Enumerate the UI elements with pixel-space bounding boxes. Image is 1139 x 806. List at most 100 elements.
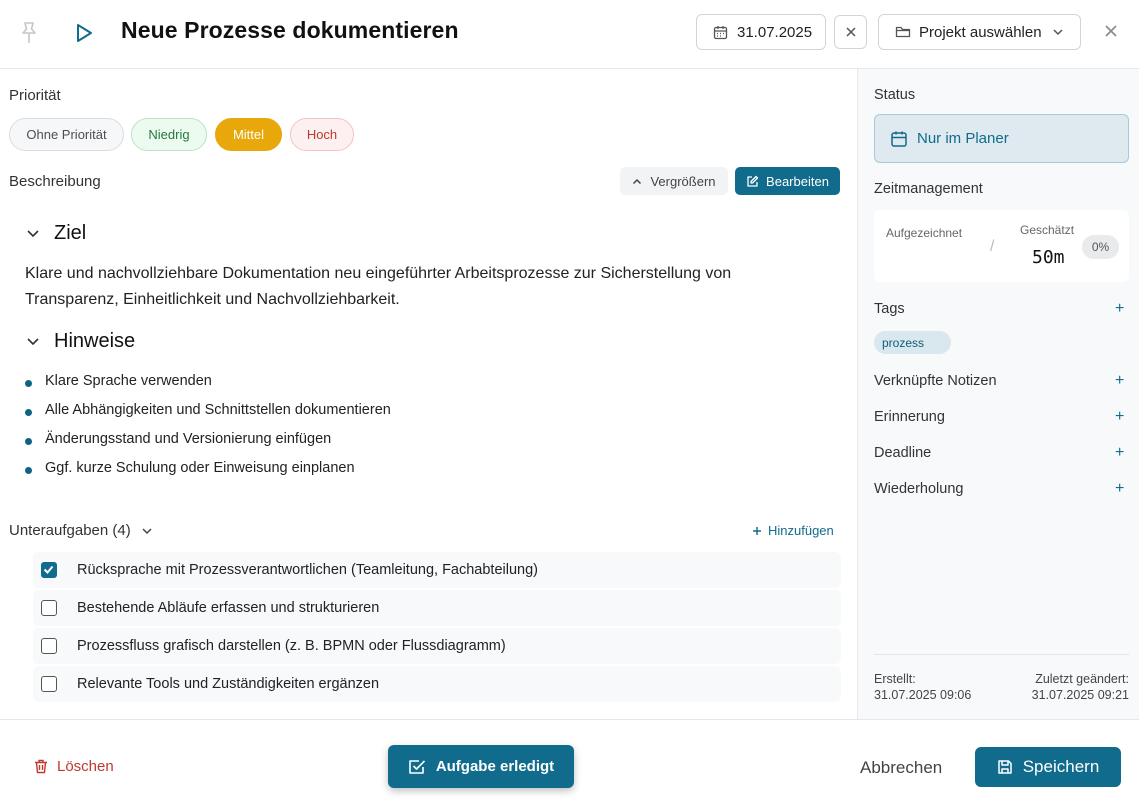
enlarge-button[interactable]: Vergrößern: [620, 167, 728, 195]
add-deadline-button[interactable]: +: [1115, 444, 1124, 462]
add-subtask-label: Hinzufügen: [768, 523, 834, 538]
play-icon[interactable]: [74, 22, 94, 44]
chevron-down-icon: [142, 527, 152, 534]
status-label: Status: [874, 87, 916, 103]
list-item: Alle Abhängigkeiten und Schnittstellen d…: [25, 399, 391, 428]
modified-value: 31.07.2025 09:21: [1031, 688, 1129, 702]
add-repeat-button[interactable]: +: [1115, 480, 1124, 498]
delete-label: Löschen: [57, 758, 114, 775]
save-label: Speichern: [1022, 757, 1100, 776]
calendar-icon: [713, 25, 728, 39]
subtask-text[interactable]: Rücksprache mit Prozessverantwortlichen …: [77, 562, 538, 578]
priority-none-button[interactable]: Ohne Priorität: [9, 118, 124, 151]
subtasks-toggle[interactable]: Unteraufgaben (4): [9, 522, 153, 539]
note-text: Ggf. kurze Schulung oder Einweisung einp…: [45, 460, 355, 476]
time-management-label: Zeitmanagement: [874, 181, 983, 197]
goal-heading[interactable]: Ziel: [26, 222, 86, 245]
status-select[interactable]: Nur im Planer: [874, 114, 1129, 163]
close-icon: [845, 27, 856, 37]
mark-done-label: Aufgabe erledigt: [435, 758, 555, 775]
chevron-down-icon: [27, 338, 39, 346]
edit-icon: [747, 175, 759, 187]
calendar-icon: [891, 131, 907, 147]
created-value: 31.07.2025 09:06: [874, 688, 972, 702]
subtask-text[interactable]: Bestehende Abläufe erfassen und struktur…: [77, 600, 379, 616]
date-value: 31.07.2025: [737, 23, 813, 41]
add-reminder-button[interactable]: +: [1115, 408, 1124, 426]
subtasks-label: Unteraufgaben (4): [9, 522, 131, 539]
bullet-dot: [25, 438, 32, 445]
bullet-dot: [25, 467, 32, 474]
recorded-label: Aufgezeichnet: [886, 226, 963, 240]
goal-heading-text: Ziel: [54, 222, 87, 244]
time-tracker: Aufgezeichnet / Geschätzt 50m 0%: [874, 210, 1129, 282]
project-select-label: Projekt auswählen: [919, 23, 1042, 41]
repeat-label: Wiederholung: [874, 481, 964, 497]
priority-label: Priorität: [9, 87, 61, 104]
cancel-button[interactable]: Abbrechen: [860, 758, 942, 778]
modified-label: Zuletzt geändert:: [1035, 672, 1129, 686]
mark-done-button[interactable]: Aufgabe erledigt: [388, 745, 574, 788]
subtask-text[interactable]: Relevante Tools und Zuständigkeiten ergä…: [77, 676, 379, 692]
subtask-checkbox[interactable]: [41, 676, 57, 692]
add-linked-note-button[interactable]: +: [1115, 372, 1124, 390]
deadline-label: Deadline: [874, 445, 932, 461]
footer: Löschen Aufgabe erledigt Abbrechen Speic…: [0, 719, 1139, 806]
chevron-down-icon: [27, 230, 39, 238]
tag-chip[interactable]: prozess: [874, 331, 951, 354]
note-text: Alle Abhängigkeiten und Schnittstellen d…: [45, 402, 391, 418]
chevron-up-icon: [633, 178, 642, 184]
add-tag-button[interactable]: +: [1115, 300, 1124, 318]
date-button[interactable]: 31.07.2025: [696, 14, 826, 50]
estimated-value[interactable]: 50m: [1032, 247, 1065, 268]
bullet-dot: [25, 409, 32, 416]
status-value: Nur im Planer: [917, 130, 1009, 147]
notes-heading[interactable]: Hinweise: [26, 330, 135, 353]
priority-high-button[interactable]: Hoch: [290, 118, 354, 151]
edit-label: Bearbeiten: [766, 173, 829, 189]
list-item: Ggf. kurze Schulung oder Einweisung einp…: [25, 457, 391, 486]
check-icon: [43, 565, 54, 574]
note-text: Änderungsstand und Versionierung einfüge…: [45, 431, 332, 447]
priority-low-button[interactable]: Niedrig: [131, 118, 207, 151]
subtask-checkbox[interactable]: [41, 600, 57, 616]
trash-icon: [35, 759, 47, 774]
time-separator: /: [990, 238, 995, 255]
checkbox-check-icon: [409, 759, 425, 774]
subtask-row: Relevante Tools und Zuständigkeiten ergä…: [33, 666, 841, 702]
enlarge-label: Vergrößern: [650, 173, 716, 189]
created-label: Erstellt:: [874, 672, 916, 686]
edit-button[interactable]: Bearbeiten: [735, 167, 840, 195]
goal-text: Klare und nachvollziehbare Dokumentation…: [25, 265, 732, 308]
project-select[interactable]: Projekt auswählen: [878, 14, 1081, 50]
linked-notes-label: Verknüpfte Notizen: [874, 373, 997, 389]
progress-badge: 0%: [1082, 235, 1119, 259]
notes-list: Klare Sprache verwenden Alle Abhängigkei…: [25, 370, 391, 486]
bullet-dot: [25, 380, 32, 387]
add-subtask-button[interactable]: Hinzufügen: [752, 523, 834, 538]
note-text: Klare Sprache verwenden: [45, 373, 212, 389]
reminder-label: Erinnerung: [874, 409, 945, 425]
subtask-row: Rücksprache mit Prozessverantwortlichen …: [33, 552, 841, 588]
subtask-text[interactable]: Prozessfluss grafisch darstellen (z. B. …: [77, 638, 506, 654]
priority-medium-button[interactable]: Mittel: [215, 118, 282, 151]
task-title: Neue Prozesse dokumentieren: [121, 17, 459, 43]
sidebar: Status Nur im Planer Zeitmanagement Aufg…: [857, 69, 1139, 720]
subtask-row: Prozessfluss grafisch darstellen (z. B. …: [33, 628, 841, 664]
created-info: Erstellt: 31.07.2025 09:06: [874, 671, 971, 703]
plus-icon: [753, 526, 761, 535]
subtask-checkbox[interactable]: [41, 562, 57, 578]
close-dialog-icon[interactable]: [1102, 22, 1120, 40]
pin-icon[interactable]: [18, 21, 40, 45]
list-item: Klare Sprache verwenden: [25, 370, 391, 399]
divider: [874, 654, 1129, 655]
subtask-checkbox[interactable]: [41, 638, 57, 654]
modified-info: Zuletzt geändert: 31.07.2025 09:21: [1032, 671, 1129, 703]
clear-date-button[interactable]: [834, 15, 867, 49]
header: Neue Prozesse dokumentieren 31.07.2025 P…: [0, 0, 1139, 69]
notes-heading-text: Hinweise: [54, 330, 136, 352]
description-label: Beschreibung: [9, 173, 101, 190]
save-button[interactable]: Speichern: [975, 747, 1121, 787]
delete-button[interactable]: Löschen: [34, 758, 114, 775]
estimated-label: Geschätzt: [1020, 223, 1075, 237]
